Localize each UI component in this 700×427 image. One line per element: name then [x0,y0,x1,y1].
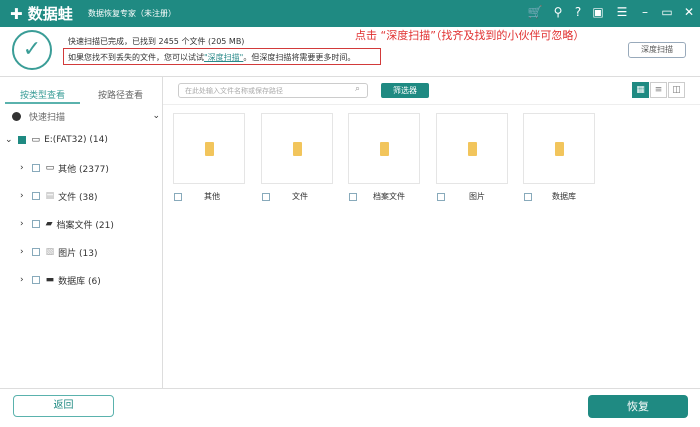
card-label: 档案文件 [349,191,429,202]
card-checkbox[interactable] [174,192,182,201]
tree-item[interactable]: › ▬ 数据库 (6) [20,272,101,288]
folder-card[interactable] [348,113,420,184]
drive-icon: ▭ [31,135,41,145]
app-logo: ✚ 数据蛙 [10,5,73,23]
folder-icon [554,141,564,156]
grid-view-icon[interactable]: ▦ [632,82,649,98]
annotation-text: 点击 “深度扫描”（找齐及找到的小伙伴可忽略） [355,29,585,42]
item-checkbox[interactable] [31,192,40,200]
tab-indicator [5,102,80,104]
image-icon: ▧ [45,247,55,257]
card-label: 其他 [174,191,254,202]
folder-card[interactable] [523,113,595,184]
recover-button[interactable]: 恢复 [588,395,688,418]
tab-by-path[interactable]: 按路径查看 [98,88,143,101]
quick-scan-row[interactable]: 快速扫描 ⌄ [12,108,160,124]
tree-item[interactable]: › ▧ 图片 (13) [20,244,97,260]
deep-scan-link[interactable]: "深度扫描" [204,53,243,62]
filter-button[interactable]: 筛选器 [381,83,429,98]
maximize-icon[interactable]: ▭ [659,5,675,19]
app-subtitle: 数据恢复专家（未注册） [88,9,176,18]
archive-icon: ▰ [45,219,53,229]
card-name: 档案文件 [373,192,405,201]
card-name: 图片 [469,192,485,201]
search-icon[interactable]: ⌕ [355,84,360,94]
detail-view-icon[interactable]: ◫ [668,82,685,98]
folder-card[interactable] [436,113,508,184]
search-input[interactable]: 在此处输入文件名称或保存路径 [178,83,368,98]
help-icon[interactable]: ? [570,5,586,19]
chevron-right-icon: › [20,219,24,229]
chevron-right-icon: › [20,163,24,173]
card-checkbox[interactable] [524,192,532,201]
folder-icon [467,141,477,156]
item-label: 档案文件 (21) [56,220,114,231]
folder-icon [379,141,389,156]
item-label: 图片 (13) [58,248,98,259]
card-name: 文件 [292,192,308,201]
item-checkbox[interactable] [31,248,40,256]
card-checkbox[interactable] [349,192,357,201]
menu-icon[interactable]: ☰ [614,5,630,19]
check-circle-icon: ✓ [12,30,52,70]
list-view-icon[interactable]: ≡ [650,82,667,98]
folder-icon [292,141,302,156]
item-checkbox[interactable] [31,276,40,284]
deep-scan-hint: 如果您找不到丢失的文件，您可以试试"深度扫描"。但深度扫描将需要更多时间。 [63,48,381,65]
item-label: 数据库 (6) [58,276,101,287]
chevron-down-icon: ⌄ [152,111,160,121]
item-label: 其他 (2377) [58,164,109,175]
minimize-icon[interactable]: – [637,5,653,19]
card-checkbox[interactable] [262,192,270,201]
drive-checkbox[interactable] [17,136,26,144]
item-checkbox[interactable] [31,164,40,172]
folder-card[interactable] [261,113,333,184]
database-icon: ▬ [45,275,55,285]
hint-text: 如果您找不到丢失的文件，您可以试试 [68,53,204,62]
card-label: 图片 [437,191,517,202]
deep-scan-button[interactable]: 深度扫描 [628,42,686,58]
folder-icon [204,141,214,156]
save-icon[interactable]: ▣ [590,5,606,19]
back-button[interactable]: 返回 [13,395,114,417]
chevron-right-icon: › [20,275,24,285]
scan-summary: 快速扫描已完成，已找到 2455 个文件 (205 MB) [68,37,245,46]
close-icon[interactable]: ✕ [681,5,697,19]
quick-scan-label: 快速扫描 [29,112,66,123]
tab-by-type[interactable]: 按类型查看 [20,88,65,101]
card-name: 数据库 [552,192,576,201]
tree-item[interactable]: › ▤ 文件 (38) [20,188,97,204]
cart-icon[interactable]: 🛒 [527,5,543,19]
card-checkbox[interactable] [437,192,445,201]
folder-card[interactable] [173,113,245,184]
drive-row[interactable]: ⌄ ▭ E:(FAT32) (14) [5,132,108,148]
tree-item[interactable]: › ▰ 档案文件 (21) [20,216,114,232]
hint-text-end: 。但深度扫描将需要更多时间。 [243,53,356,62]
card-label: 数据库 [524,191,604,202]
item-label: 文件 (38) [58,192,98,203]
document-icon: ▤ [45,191,55,201]
card-name: 其他 [204,192,220,201]
card-label: 文件 [262,191,342,202]
key-icon[interactable]: ⚲ [550,5,566,19]
chevron-down-icon: ⌄ [5,135,13,145]
check-dot-icon [12,111,21,121]
item-checkbox[interactable] [31,220,40,228]
folder-icon: ▭ [45,163,55,173]
drive-label: E:(FAT32) (14) [44,135,108,145]
chevron-right-icon: › [20,247,24,257]
tree-item[interactable]: › ▭ 其他 (2377) [20,160,109,176]
chevron-right-icon: › [20,191,24,201]
